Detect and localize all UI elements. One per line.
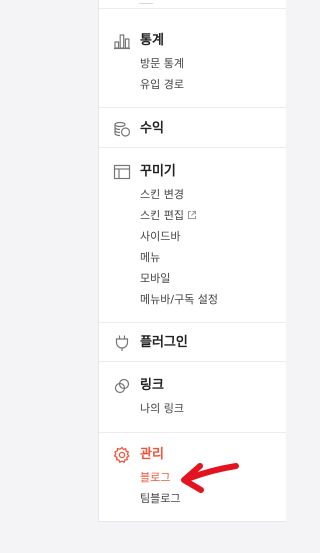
menu-section-decorate[interactable]: 꾸미기 — [140, 164, 176, 180]
menu-item-visit-stats[interactable]: 방문 통계 — [140, 57, 184, 71]
divider — [99, 147, 286, 148]
menu-item-menubar-subscribe-settings[interactable]: 메뉴바/구독 설정 — [140, 293, 218, 307]
menu-section-stats[interactable]: 통계 — [140, 33, 164, 49]
divider — [99, 361, 286, 362]
bar-chart-icon — [113, 32, 131, 50]
link-icon — [113, 377, 131, 395]
divider — [99, 322, 286, 323]
menu-item-edit-skin-label: 스킨 편집 — [140, 209, 184, 222]
coins-icon — [113, 120, 131, 138]
menu-item-edit-skin[interactable]: 스킨 편집 — [140, 209, 197, 224]
menu-section-link[interactable]: 링크 — [140, 378, 164, 394]
menu-item-blog[interactable]: 블로그 — [140, 471, 170, 485]
divider — [99, 432, 286, 433]
divider — [99, 107, 286, 108]
layout-icon — [113, 163, 131, 181]
menu-section-plugin[interactable]: 플러그인 — [140, 335, 188, 351]
plug-icon — [113, 334, 131, 352]
menu-item-sidebar[interactable]: 사이드바 — [140, 230, 180, 244]
menu-item-menu[interactable]: 메뉴 — [140, 251, 160, 265]
external-link-icon — [187, 210, 197, 224]
cut-off-menu-item — [139, 0, 153, 4]
sidebar-menu: 통계 방문 통계 유입 경로 수익 꾸미기 스킨 변경 스킨 편집 사이드바 메… — [98, 0, 286, 522]
menu-item-my-link[interactable]: 나의 링크 — [140, 402, 184, 416]
menu-item-team-blog[interactable]: 팀블로그 — [140, 492, 180, 506]
menu-item-change-skin[interactable]: 스킨 변경 — [140, 188, 184, 202]
menu-item-mobile[interactable]: 모바일 — [140, 272, 170, 286]
menu-section-manage[interactable]: 관리 — [140, 447, 164, 463]
menu-section-revenue[interactable]: 수익 — [140, 121, 164, 137]
gear-icon — [113, 446, 131, 464]
annotation-arrow-icon — [176, 456, 242, 496]
menu-item-inflow-path[interactable]: 유입 경로 — [140, 78, 184, 92]
divider — [99, 8, 286, 9]
